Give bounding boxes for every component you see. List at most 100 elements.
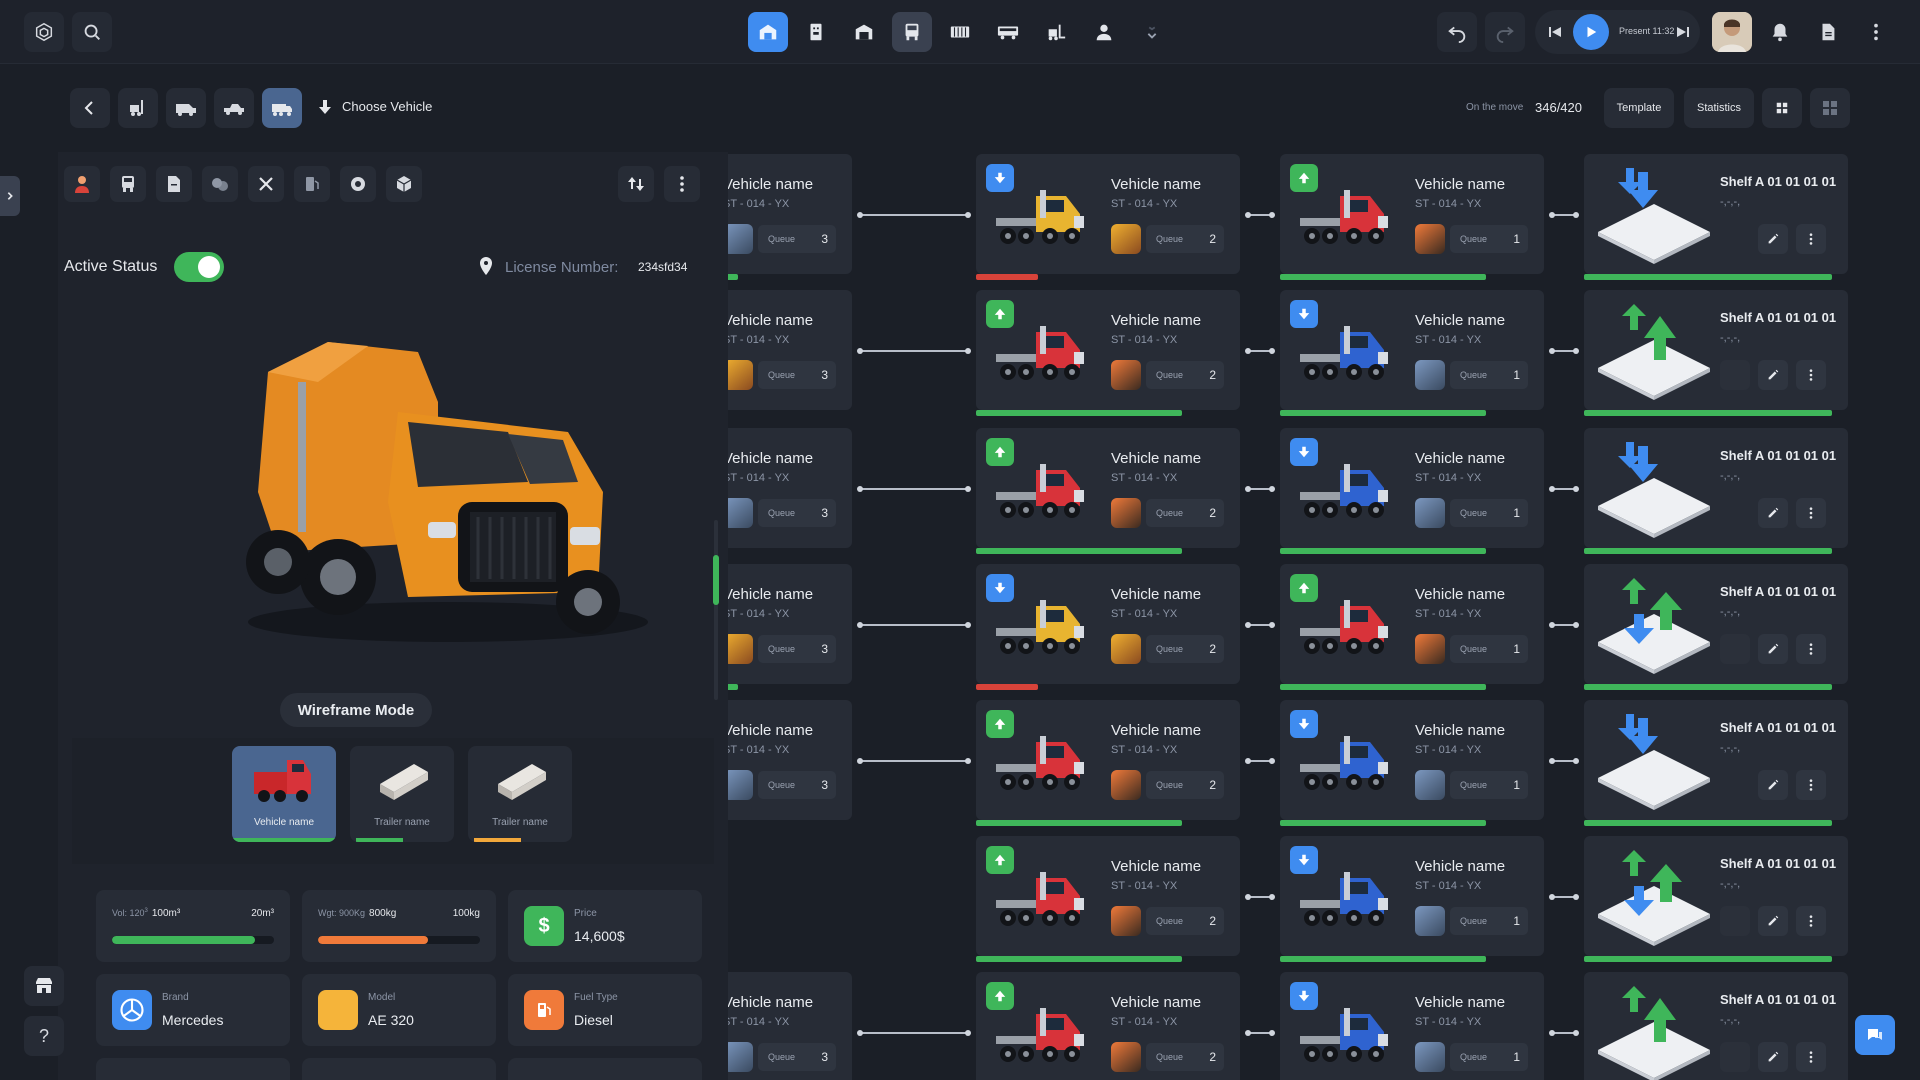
driver-avatar[interactable]: [1111, 770, 1141, 800]
driver-avatar[interactable]: [728, 224, 753, 254]
user-avatar[interactable]: [1712, 12, 1752, 52]
more-vertical-icon[interactable]: [1796, 498, 1826, 528]
vehicle-card[interactable]: Vehicle name ST - 014 - YX Queue 2: [976, 154, 1240, 280]
driver-avatar[interactable]: [1111, 634, 1141, 664]
panel-scrollbar[interactable]: [713, 555, 719, 605]
edit-icon[interactable]: [1758, 1042, 1788, 1072]
tires-icon[interactable]: [202, 166, 238, 202]
shelf-card[interactable]: Shelf A 01 01 01 01 -,-,-,: [1584, 836, 1848, 962]
chat-icon[interactable]: [1855, 1015, 1895, 1055]
driver-avatar[interactable]: [1111, 498, 1141, 528]
driver-avatar[interactable]: [728, 634, 753, 664]
document-icon[interactable]: [1808, 12, 1848, 52]
play-button[interactable]: [1573, 14, 1609, 50]
vehicle-card[interactable]: Vehicle name ST - 014 - YX Queue 2: [976, 564, 1240, 690]
more-vertical-icon[interactable]: [664, 166, 700, 202]
search-icon[interactable]: [72, 12, 112, 52]
edit-icon[interactable]: [1758, 634, 1788, 664]
chevron-down-icon[interactable]: [1132, 12, 1172, 52]
edit-icon[interactable]: [1758, 498, 1788, 528]
driver-avatar[interactable]: [1415, 770, 1445, 800]
trailer-thumbnail[interactable]: Trailer name: [468, 746, 572, 842]
shelf-empty-slot[interactable]: [1720, 906, 1750, 936]
more-vertical-icon[interactable]: [1856, 12, 1896, 52]
driver-avatar[interactable]: [1415, 498, 1445, 528]
vehicle-thumbnail[interactable]: Vehicle name: [232, 746, 336, 842]
shelf-card[interactable]: Shelf A 01 01 01 01 -,-,-,: [1584, 290, 1848, 416]
swap-icon[interactable]: [618, 166, 654, 202]
back-button[interactable]: [70, 88, 110, 128]
redo-icon[interactable]: [1485, 12, 1525, 52]
forklift-type-button[interactable]: [118, 88, 158, 128]
bell-icon[interactable]: [1760, 12, 1800, 52]
shelf-card[interactable]: Shelf A 01 01 01 01 -,-,-,: [1584, 154, 1848, 280]
panel-scroll-track[interactable]: [714, 520, 718, 700]
driver-avatar[interactable]: [1415, 634, 1445, 664]
vehicle-card[interactable]: Vehicle name ST - 014 - YX Queue 2: [976, 972, 1240, 1080]
vehicle-card[interactable]: Vehicle name ST - 014 - YX Queue 1: [1280, 700, 1544, 826]
driver-avatar[interactable]: [728, 1042, 753, 1072]
shelf-card[interactable]: Shelf A 01 01 01 01 -,-,-,: [1584, 972, 1848, 1080]
driver-avatar[interactable]: [1111, 224, 1141, 254]
edit-icon[interactable]: [1758, 360, 1788, 390]
shelf-card[interactable]: Shelf A 01 01 01 01 -,-,-,: [1584, 700, 1848, 826]
more-vertical-icon[interactable]: [1796, 634, 1826, 664]
engine-gear-icon[interactable]: [340, 166, 376, 202]
wireframe-mode-button[interactable]: Wireframe Mode: [280, 693, 432, 727]
template-button[interactable]: Template: [1604, 88, 1674, 128]
trailer-thumbnail[interactable]: Trailer name: [350, 746, 454, 842]
van-type-button[interactable]: [166, 88, 206, 128]
vehicle-3d-model[interactable]: [208, 322, 648, 652]
vehicle-card[interactable]: Vehicle name ST - 014 - YX Queue 2: [976, 700, 1240, 826]
shelf-empty-slot[interactable]: [1720, 360, 1750, 390]
help-icon[interactable]: ?: [24, 1016, 64, 1056]
active-status-toggle[interactable]: [174, 252, 224, 282]
vehicle-card[interactable]: Vehicle name ST - 014 - YX Queue 1: [1280, 564, 1544, 690]
building-mode-button[interactable]: [796, 12, 836, 52]
more-vertical-icon[interactable]: [1796, 360, 1826, 390]
tools-icon[interactable]: [248, 166, 284, 202]
driver-avatar[interactable]: [1111, 360, 1141, 390]
vehicle-card[interactable]: Vehicle name ST - 014 - YX Queue 1: [1280, 972, 1544, 1080]
grid-small-icon[interactable]: [1762, 88, 1802, 128]
undo-icon[interactable]: [1437, 12, 1477, 52]
shelf-empty-slot[interactable]: [1720, 634, 1750, 664]
more-vertical-icon[interactable]: [1796, 1042, 1826, 1072]
warehouse-mode-button[interactable]: [748, 12, 788, 52]
vehicle-card[interactable]: Vehicle name ST - 014 - YX Queue 3: [728, 972, 852, 1080]
driver-avatar[interactable]: [1111, 1042, 1141, 1072]
fuel-icon[interactable]: [294, 166, 330, 202]
truck-mode-button[interactable]: [892, 12, 932, 52]
vehicle-card[interactable]: Vehicle name ST - 014 - YX Queue 3: [728, 428, 852, 548]
edit-icon[interactable]: [1758, 224, 1788, 254]
vehicle-card[interactable]: Vehicle name ST - 014 - YX Queue 3: [728, 290, 852, 410]
forklift-mode-button[interactable]: [1036, 12, 1076, 52]
driver-avatar[interactable]: [1415, 224, 1445, 254]
shelf-card[interactable]: Shelf A 01 01 01 01 -,-,-,: [1584, 564, 1848, 690]
driver-avatar[interactable]: [1415, 906, 1445, 936]
vehicle-card[interactable]: Vehicle name ST - 014 - YX Queue 3: [728, 154, 852, 280]
document-icon[interactable]: [156, 166, 192, 202]
truck-type-button[interactable]: [262, 88, 302, 128]
more-vertical-icon[interactable]: [1796, 224, 1826, 254]
shelf-empty-slot[interactable]: [1720, 1042, 1750, 1072]
skip-back-icon[interactable]: [1547, 24, 1563, 40]
edit-icon[interactable]: [1758, 770, 1788, 800]
store-icon[interactable]: [24, 966, 64, 1006]
more-vertical-icon[interactable]: [1796, 770, 1826, 800]
skip-forward-icon[interactable]: [1675, 24, 1691, 40]
pickup-type-button[interactable]: [214, 88, 254, 128]
expand-sidebar-button[interactable]: [0, 176, 20, 216]
driver-avatar[interactable]: [1415, 360, 1445, 390]
driver-avatar[interactable]: [728, 360, 753, 390]
cube-icon[interactable]: [386, 166, 422, 202]
vehicle-card[interactable]: Vehicle name ST - 014 - YX Queue 2: [976, 428, 1240, 554]
driver-avatar[interactable]: [728, 498, 753, 528]
vehicle-card[interactable]: Vehicle name ST - 014 - YX Queue 2: [976, 290, 1240, 416]
vehicle-card[interactable]: Vehicle name ST - 014 - YX Queue 2: [976, 836, 1240, 962]
edit-icon[interactable]: [1758, 906, 1788, 936]
vehicle-card[interactable]: Vehicle name ST - 014 - YX Queue 3: [728, 700, 852, 820]
more-vertical-icon[interactable]: [1796, 906, 1826, 936]
truck-front-icon[interactable]: [110, 166, 146, 202]
grid-large-icon[interactable]: [1810, 88, 1850, 128]
